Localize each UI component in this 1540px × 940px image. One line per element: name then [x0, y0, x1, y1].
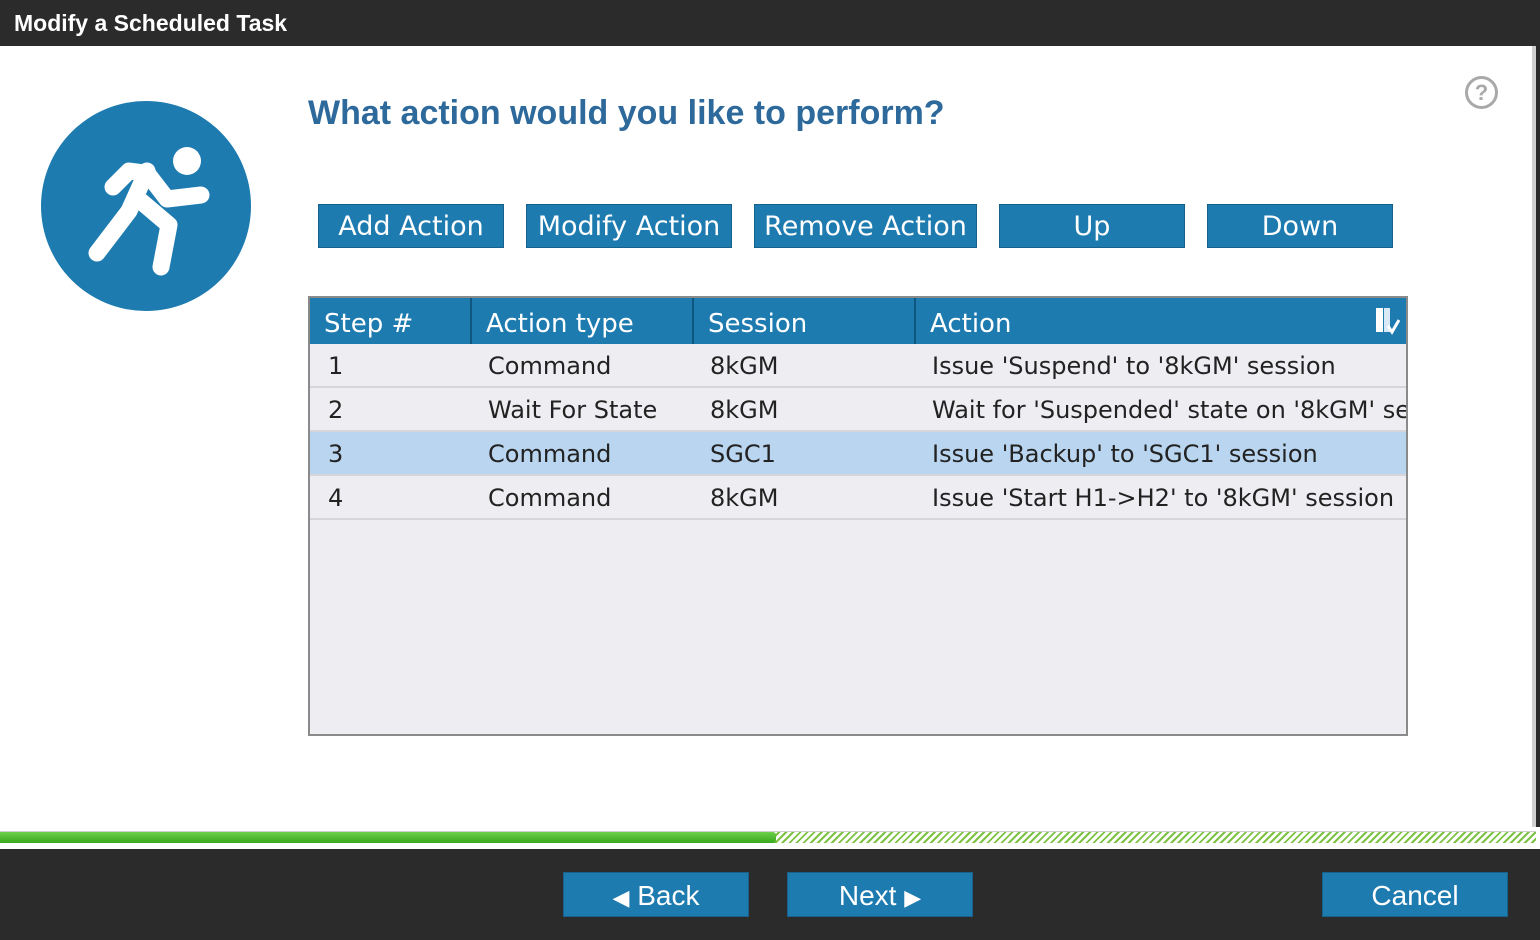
- cell-action-type: Command: [488, 352, 612, 380]
- next-button[interactable]: Next ▶: [787, 872, 973, 917]
- page-title: What action would you like to perform?: [308, 94, 945, 132]
- cell-action: Issue 'Start H1->H2' to '8kGM' session: [932, 484, 1395, 512]
- column-header-session[interactable]: Session: [694, 298, 916, 344]
- cell-step: 4: [328, 484, 344, 512]
- wizard-progress: [0, 827, 1540, 849]
- actions-table: Step # Action type Session Action 1 Comm…: [308, 296, 1408, 736]
- cell-session: 8kGM: [710, 484, 779, 512]
- cell-step: 2: [328, 396, 344, 424]
- cell-step: 1: [328, 352, 344, 380]
- running-person-icon: [41, 101, 251, 311]
- cell-session: 8kGM: [710, 352, 779, 380]
- progress-fill: [0, 832, 776, 843]
- table-row[interactable]: 4 Command 8kGM Issue 'Start H1->H2' to '…: [310, 476, 1406, 520]
- progress-track: [0, 831, 1536, 843]
- modify-action-button[interactable]: Modify Action: [526, 204, 732, 248]
- cell-action-type: Command: [488, 484, 612, 512]
- cell-action-type: Wait For State: [488, 396, 658, 424]
- cell-session: 8kGM: [710, 396, 779, 424]
- move-up-button[interactable]: Up: [999, 204, 1185, 248]
- back-arrow-icon: ◀: [612, 885, 630, 910]
- remove-action-button[interactable]: Remove Action: [754, 204, 977, 248]
- back-label: Back: [637, 880, 700, 911]
- cell-action: Wait for 'Suspended' state on '8kGM' ses…: [932, 396, 1406, 424]
- back-button[interactable]: ◀ Back: [563, 872, 749, 917]
- table-row-selected[interactable]: 3 Command SGC1 Issue 'Backup' to 'SGC1' …: [310, 432, 1406, 476]
- cell-action: Issue 'Backup' to 'SGC1' session: [932, 440, 1318, 468]
- wizard-footer: ◀ Back Next ▶ Cancel: [0, 849, 1540, 940]
- next-arrow-icon: ▶: [904, 885, 922, 910]
- table-row[interactable]: 1 Command 8kGM Issue 'Suspend' to '8kGM'…: [310, 344, 1406, 388]
- table-header: Step # Action type Session Action: [310, 298, 1406, 344]
- add-action-button[interactable]: Add Action: [318, 204, 504, 248]
- help-icon[interactable]: ?: [1465, 76, 1498, 109]
- cell-session: SGC1: [710, 440, 776, 468]
- column-header-action[interactable]: Action: [916, 298, 1356, 344]
- move-down-button[interactable]: Down: [1207, 204, 1393, 248]
- next-label: Next: [838, 880, 897, 911]
- cell-action-type: Command: [488, 440, 612, 468]
- wizard-content: ? What action would you like to perform?…: [0, 46, 1536, 827]
- column-header-action-type[interactable]: Action type: [472, 298, 694, 344]
- cell-step: 3: [328, 440, 344, 468]
- cell-action: Issue 'Suspend' to '8kGM' session: [932, 352, 1336, 380]
- column-chooser-icon[interactable]: [1374, 306, 1401, 336]
- column-header-step[interactable]: Step #: [310, 298, 472, 344]
- window-title: Modify a Scheduled Task: [0, 0, 1540, 46]
- cancel-button[interactable]: Cancel: [1322, 872, 1508, 917]
- table-row[interactable]: 2 Wait For State 8kGM Wait for 'Suspende…: [310, 388, 1406, 432]
